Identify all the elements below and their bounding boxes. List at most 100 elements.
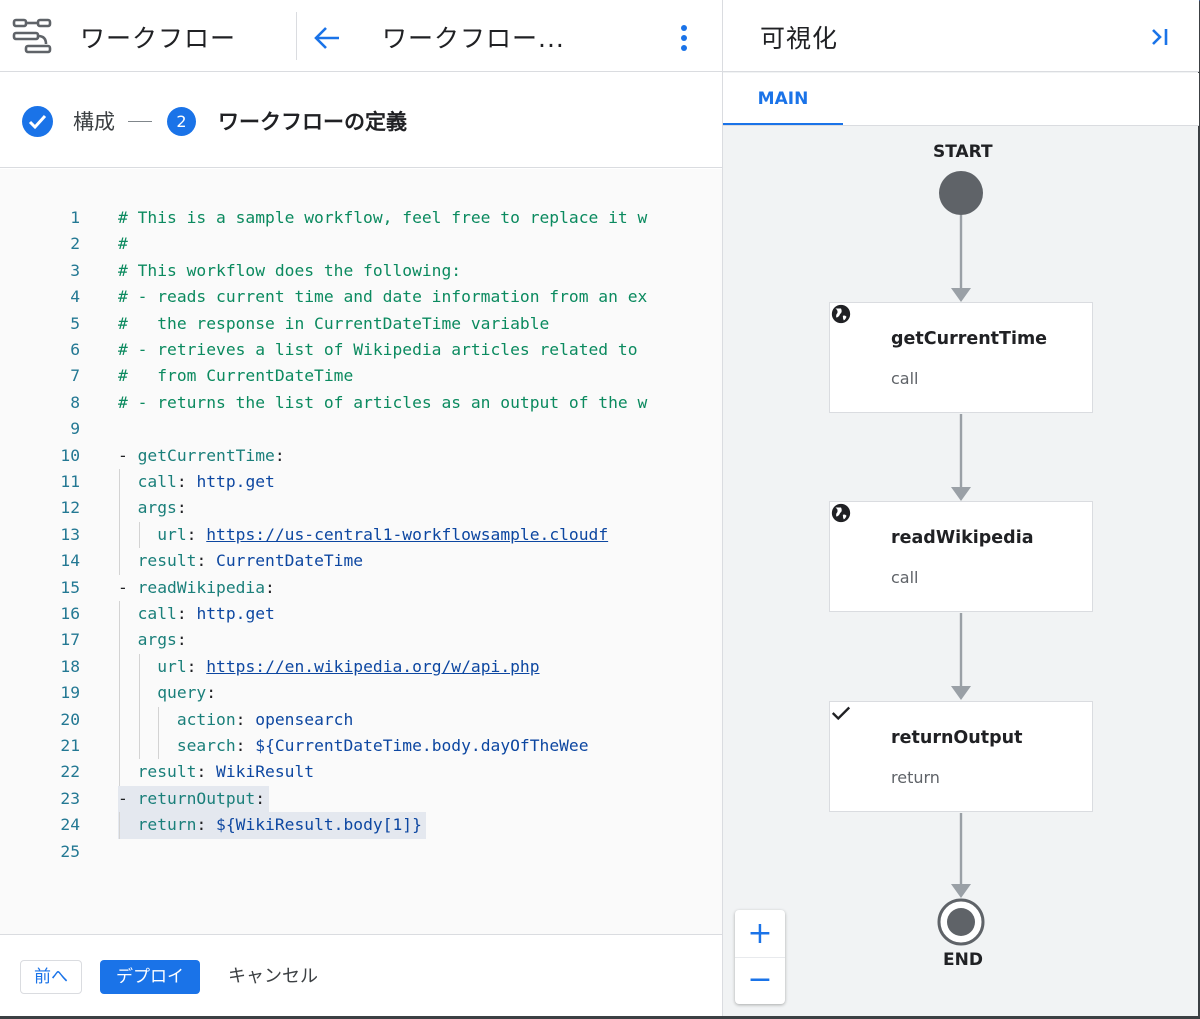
code-line[interactable]: 18 url: https://en.wikipedia.org/w/api.p…	[0, 654, 722, 680]
code-token: https://us-central1-workflowsample.cloud…	[206, 524, 609, 544]
code-line[interactable]: 7 # from CurrentDateTime	[0, 363, 722, 389]
code-line[interactable]: 10 - getCurrentTime:	[0, 443, 722, 469]
code-text: # - returns the list of articles as an o…	[118, 390, 688, 416]
cancel-button[interactable]: キャンセル	[228, 960, 318, 994]
collapse-right-icon[interactable]	[1147, 22, 1175, 52]
code-text: # the response in CurrentDateTime variab…	[118, 311, 688, 337]
code-token: -	[118, 788, 138, 808]
code-token: http.get	[196, 604, 275, 623]
code-token: WikiResult	[216, 762, 315, 782]
code-line[interactable]: 11 call: http.get	[0, 469, 722, 495]
zoom-in-button[interactable]: +	[735, 910, 785, 957]
code-token: :	[196, 551, 217, 571]
step-name: returnOutput	[891, 728, 1023, 748]
arrow-back-icon[interactable]	[308, 18, 348, 58]
line-number: 10	[60, 445, 80, 465]
line-number: 11	[60, 472, 80, 491]
line-number: 9	[70, 419, 80, 439]
code-text: action: opensearch	[118, 707, 688, 733]
indent-guide	[138, 653, 140, 760]
code-token: call	[137, 472, 177, 491]
tab-bar: MAIN	[723, 73, 1199, 126]
code-line[interactable]: 6 # - retrieves a list of Wikipedia artic…	[0, 337, 722, 363]
line-number: 2	[70, 234, 80, 254]
code-text: url: https://en.wikipedia.org/w/api.php	[118, 654, 688, 680]
code-token: returnOutput	[137, 788, 256, 808]
code-text: - returnOutput:	[118, 786, 265, 812]
code-line[interactable]: 14 result: CurrentDateTime	[0, 548, 722, 574]
end-node[interactable]	[947, 908, 975, 936]
code-text: # This workflow does the following:	[118, 258, 688, 284]
stepper: 構成 2 ワークフローの定義	[0, 73, 722, 168]
check-circle-icon[interactable]	[22, 106, 53, 137]
code-line[interactable]: 9	[0, 416, 722, 442]
code-token: # from CurrentDateTime	[118, 366, 354, 386]
code-text: call: http.get	[118, 601, 688, 627]
code-line[interactable]: 23 - returnOutput:	[0, 786, 722, 812]
arrowhead	[951, 487, 971, 501]
step-node-readwikipedia[interactable]: readWikipedia call	[829, 501, 1093, 612]
step-node-getcurrenttime[interactable]: getCurrentTime call	[829, 302, 1093, 413]
code-text: # from CurrentDateTime	[118, 363, 688, 389]
code-line[interactable]: 8 # - returns the list of articles as an …	[0, 390, 722, 416]
code-line[interactable]: 1 # This is a sample workflow, feel free …	[0, 205, 722, 231]
zoom-out-button[interactable]: −	[735, 957, 785, 1004]
step-2-number: 2	[167, 107, 196, 136]
code-line[interactable]: 17 args:	[0, 627, 722, 653]
globe-icon	[831, 304, 851, 324]
step-node-returnoutput[interactable]: returnOutput return	[829, 701, 1093, 812]
line-number: 8	[70, 392, 80, 412]
code-line[interactable]: 24 return: ${WikiResult.body[1]}	[0, 812, 722, 838]
visualization-panel: 可視化 MAIN START getCurrentTime call readW…	[722, 0, 1199, 1016]
code-text: #	[118, 231, 688, 257]
code-token: :	[274, 445, 285, 465]
line-number: 5	[70, 313, 80, 333]
code-token: url	[157, 524, 187, 544]
line-number: 22	[60, 762, 80, 782]
indent-guide	[158, 706, 160, 760]
code-line[interactable]: 2 #	[0, 231, 722, 257]
code-line[interactable]: 25	[0, 839, 722, 865]
code-text: call: http.get	[118, 469, 688, 495]
code-token: :	[196, 762, 217, 782]
code-token: :	[235, 736, 256, 755]
code-token: :	[176, 472, 197, 491]
arrowhead	[951, 288, 971, 302]
code-text: return: ${WikiResult.body[1]}	[118, 812, 422, 838]
code-line[interactable]: 13 url: https://us-central1-workflowsamp…	[0, 522, 722, 548]
code-token: :	[186, 524, 207, 544]
code-line[interactable]: 20 action: opensearch	[0, 707, 722, 733]
code-line[interactable]: 12 args:	[0, 495, 722, 521]
code-line[interactable]: 5 # the response in CurrentDateTime varia…	[0, 311, 722, 337]
code-token: http.get	[196, 472, 275, 491]
code-token: ${WikiResult.body[1]}	[216, 815, 422, 835]
code-line[interactable]: 21 search: ${CurrentDateTime.body.dayOfT…	[0, 733, 722, 759]
code-token: :	[235, 709, 256, 729]
code-text: - getCurrentTime:	[118, 443, 688, 469]
code-line[interactable]: 4 # - reads current time and date informa…	[0, 284, 722, 310]
code-token: return	[137, 815, 197, 835]
code-line[interactable]: 16 call: http.get	[0, 601, 722, 627]
step-1-label[interactable]: 構成	[73, 106, 115, 136]
start-node[interactable]	[939, 171, 983, 215]
footer-actions: 前へ デプロイ キャンセル	[0, 934, 722, 1016]
code-line[interactable]: 19 query:	[0, 680, 722, 706]
line-number: 21	[60, 736, 80, 755]
code-line[interactable]: 3 # This workflow does the following:	[0, 258, 722, 284]
line-number: 7	[70, 366, 80, 386]
code-token: readWikipedia	[137, 577, 266, 597]
more-vert-icon[interactable]	[670, 18, 698, 58]
code-line[interactable]: 22 result: WikiResult	[0, 759, 722, 785]
line-number: 6	[70, 340, 80, 359]
code-line[interactable]: 15 - readWikipedia:	[0, 575, 722, 601]
visualization-header: 可視化	[723, 0, 1199, 72]
line-number: 18	[60, 656, 80, 676]
zoom-controls: + −	[735, 910, 785, 1004]
deploy-button[interactable]: デプロイ	[100, 960, 200, 994]
code-editor[interactable]: 1 # This is a sample workflow, feel free …	[0, 169, 722, 934]
tab-main[interactable]: MAIN	[723, 73, 843, 126]
prev-button[interactable]: 前へ	[20, 960, 82, 994]
line-number: 3	[70, 260, 80, 280]
globe-icon	[831, 503, 851, 523]
line-number: 15	[60, 577, 80, 597]
